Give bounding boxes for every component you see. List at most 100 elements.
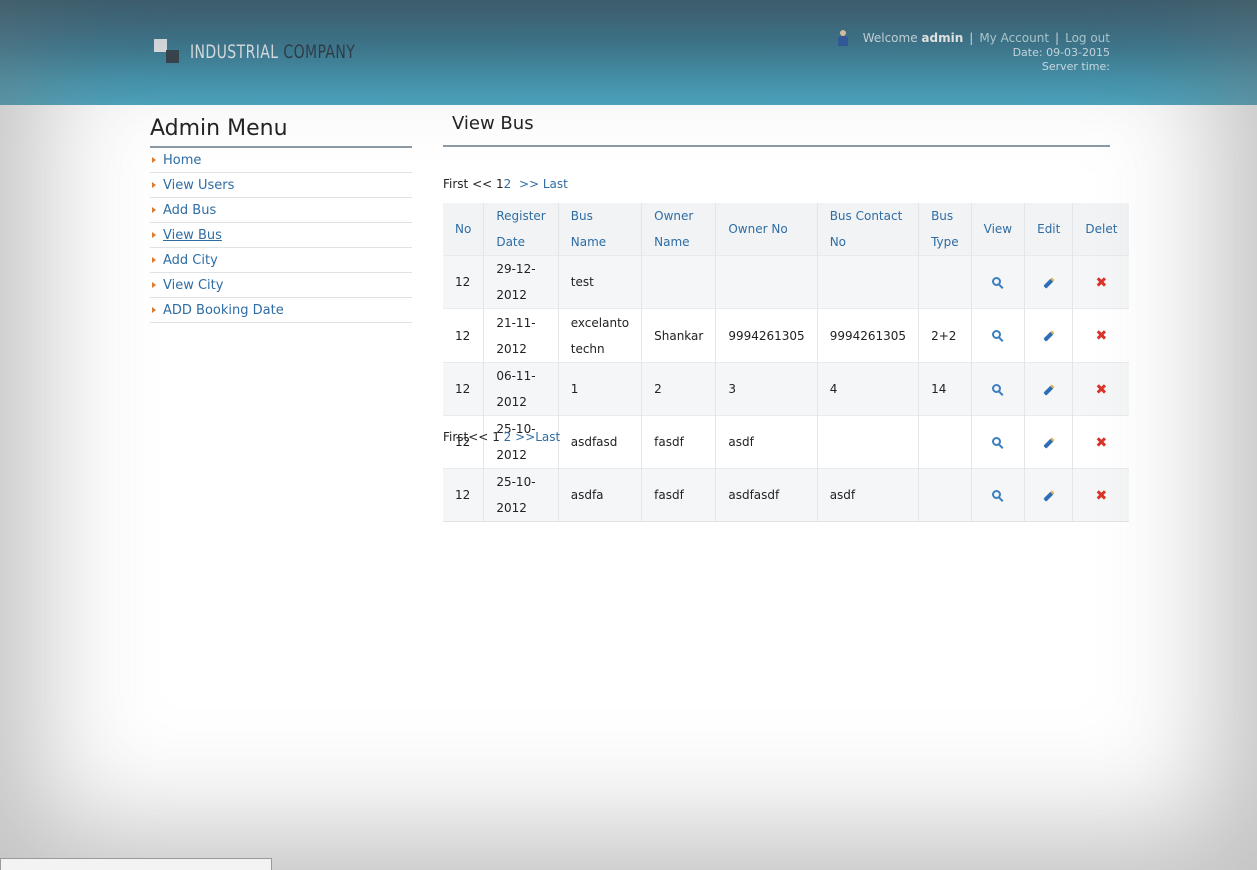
cell-type: 2+2	[918, 308, 972, 363]
cell-date: 25-10-2012	[483, 468, 559, 522]
bus-table: No Register Date Bus Name Owner Name Owner …	[443, 203, 1130, 522]
delete-icon[interactable]: ✖	[1096, 329, 1108, 343]
table-header-row: No Register Date Bus Name Owner Name Owner …	[443, 203, 1130, 256]
edit-button[interactable]	[1024, 308, 1074, 363]
delete-icon[interactable]: ✖	[1096, 276, 1108, 290]
cell-bus-name: asdfasd	[558, 415, 643, 469]
col-bus-type: Bus Type	[918, 203, 972, 256]
sidebar-item-view-bus[interactable]: View Bus	[150, 223, 412, 248]
logout-link[interactable]: Log out	[1065, 31, 1110, 45]
cell-type	[918, 255, 972, 309]
sidebar-item-label[interactable]: Add City	[163, 253, 218, 268]
edit-button[interactable]	[1024, 415, 1074, 469]
browser-status-bar	[0, 858, 272, 870]
delete-button[interactable]: ✖	[1072, 415, 1130, 469]
server-time: Server time:	[1041, 60, 1110, 73]
user-box: Welcome admin | My Account | Log out Dat…	[837, 30, 1110, 74]
arrow-icon	[152, 232, 156, 238]
pager-first[interactable]: First<<	[443, 430, 488, 444]
cell-contact	[817, 255, 920, 309]
separator: |	[1055, 31, 1060, 45]
sidebar-item-label[interactable]: View Bus	[163, 228, 222, 243]
delete-button[interactable]: ✖	[1072, 308, 1130, 363]
pager-last[interactable]: >>Last	[515, 430, 560, 444]
col-register-date: Register Date	[483, 203, 559, 256]
user-icon	[837, 30, 849, 46]
pencil-icon[interactable]	[1043, 383, 1055, 396]
col-owner-name: Owner Name	[641, 203, 717, 256]
pencil-icon[interactable]	[1043, 276, 1055, 289]
cell-no: 12	[443, 255, 485, 309]
sidebar-item-home[interactable]: Home	[150, 148, 412, 173]
zoom-icon[interactable]	[991, 276, 1004, 289]
col-no: No	[443, 203, 485, 256]
cell-owner-no: asdf	[715, 415, 818, 469]
view-button[interactable]	[971, 415, 1026, 469]
pencil-icon[interactable]	[1043, 489, 1055, 502]
delete-button[interactable]: ✖	[1072, 468, 1130, 522]
delete-icon[interactable]: ✖	[1096, 436, 1108, 450]
cell-owner-no: 9994261305	[715, 308, 818, 363]
cell-no: 12	[443, 362, 485, 416]
sidebar-item-label[interactable]: View Users	[163, 178, 234, 193]
welcome-text: Welcome admin	[862, 31, 964, 45]
cell-type	[918, 415, 972, 469]
pencil-icon[interactable]	[1043, 330, 1055, 342]
cell-owner-name: 2	[641, 362, 717, 416]
cell-bus-name: test	[558, 255, 643, 309]
logo[interactable]: INDUSTRIAL COMPANY	[154, 38, 392, 66]
cell-owner-no: asdfasdf	[715, 468, 818, 522]
edit-button[interactable]	[1024, 362, 1074, 416]
col-owner-no: Owner No	[715, 203, 818, 256]
sidebar-item-view-users[interactable]: View Users	[150, 173, 412, 198]
table-row: 12 29-12-2012 test ✖	[443, 255, 1130, 309]
logo-word-2: COMPANY	[283, 41, 356, 63]
cell-type	[918, 468, 972, 522]
view-button[interactable]	[971, 362, 1026, 416]
logo-text: INDUSTRIAL COMPANY	[190, 41, 355, 63]
pager-first[interactable]: First <<	[443, 177, 492, 191]
delete-button[interactable]: ✖	[1072, 255, 1130, 309]
view-button[interactable]	[971, 468, 1026, 522]
col-bus-contact: Bus Contact No	[817, 203, 920, 256]
arrow-icon	[152, 282, 156, 288]
sidebar-item-label[interactable]: Add Bus	[163, 203, 216, 218]
cell-bus-name: excelanto techn	[558, 308, 643, 363]
edit-button[interactable]	[1024, 468, 1074, 522]
pager-last[interactable]: >> Last	[519, 177, 568, 191]
sidebar-item-add-booking-date[interactable]: ADD Booking Date	[150, 298, 412, 323]
col-delete: Delet	[1072, 203, 1130, 256]
sidebar-item-label[interactable]: View City	[163, 278, 223, 293]
arrow-icon	[152, 207, 156, 213]
cell-contact	[817, 415, 920, 469]
pencil-icon[interactable]	[1043, 436, 1055, 449]
sidebar-item-label[interactable]: ADD Booking Date	[163, 303, 284, 318]
zoom-icon[interactable]	[991, 489, 1004, 502]
pager-page-2[interactable]: 2	[504, 430, 512, 444]
cell-owner-no	[715, 255, 818, 309]
sidebar-item-add-bus[interactable]: Add Bus	[150, 198, 412, 223]
arrow-icon	[152, 157, 156, 163]
view-button[interactable]	[971, 255, 1026, 309]
zoom-icon[interactable]	[991, 383, 1004, 396]
pager-bottom: First<< 1 2 >>Last	[443, 430, 560, 444]
sidebar-item-add-city[interactable]: Add City	[150, 248, 412, 273]
sidebar-item-view-city[interactable]: View City	[150, 273, 412, 298]
delete-icon[interactable]: ✖	[1096, 383, 1108, 397]
cell-owner-name: fasdf	[641, 468, 717, 522]
zoom-icon[interactable]	[991, 436, 1004, 449]
view-button[interactable]	[971, 308, 1026, 363]
page-title: View Bus	[443, 113, 1110, 147]
my-account-link[interactable]: My Account	[979, 31, 1049, 45]
sidebar-item-label[interactable]: Home	[163, 153, 201, 168]
pager-current: 1	[492, 430, 500, 444]
separator: |	[969, 31, 974, 45]
main-content: View Bus First << 12 >> Last No Register…	[443, 113, 1130, 522]
edit-button[interactable]	[1024, 255, 1074, 309]
table-row: 12 21-11-2012 excelanto techn Shankar 999…	[443, 308, 1130, 363]
pager-page-2[interactable]: 2	[504, 177, 512, 191]
zoom-icon[interactable]	[991, 330, 1004, 342]
delete-icon[interactable]: ✖	[1096, 489, 1108, 503]
delete-button[interactable]: ✖	[1072, 362, 1130, 416]
sidebar-title: Admin Menu	[150, 116, 412, 148]
